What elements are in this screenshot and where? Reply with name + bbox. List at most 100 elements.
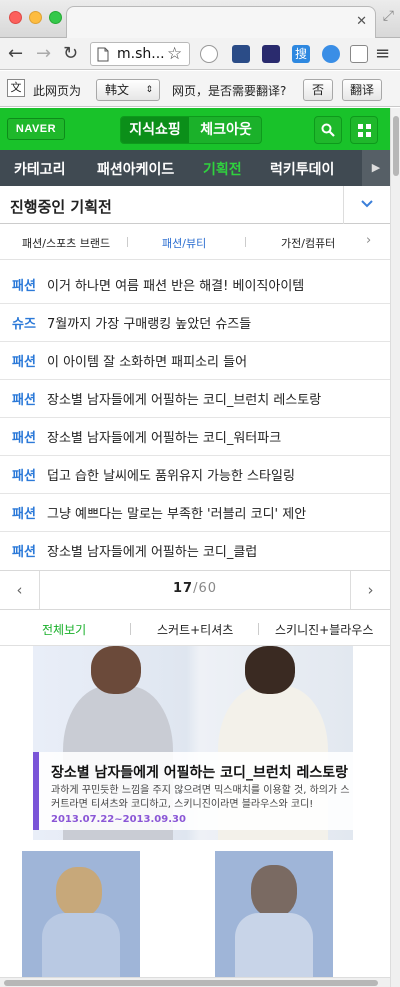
horizontal-scrollbar[interactable]: [0, 977, 390, 987]
list-item-tag: 패션: [12, 507, 36, 522]
list-item-title: 장소별 남자들에게 어필하는 코디_브런치 레스토랑: [47, 393, 322, 408]
translate-button[interactable]: 翻译: [342, 79, 382, 101]
bookmark-star-icon[interactable]: ☆: [167, 43, 182, 65]
filter-tabs: 전체보기 스커트+티셔츠 스키니진+블라우스: [0, 612, 390, 646]
browser-tab[interactable]: ✕: [66, 6, 376, 38]
page-icon: [97, 47, 109, 62]
model-right-hair: [245, 646, 295, 694]
divider: [258, 623, 259, 635]
section-dropdown-button[interactable]: [343, 186, 390, 224]
extension-book-icon[interactable]: [232, 45, 250, 63]
menu-icon[interactable]: ≡: [375, 43, 390, 65]
language-select[interactable]: 韩文 ⇕: [96, 79, 160, 101]
service-switch: 지식쇼핑 체크아웃: [120, 116, 262, 144]
vertical-scroll-thumb[interactable]: [393, 116, 399, 176]
model-left-hair: [91, 646, 141, 694]
list-item-title: 덥고 습한 날씨에도 품위유지 가능한 스타일링: [47, 469, 295, 484]
next-page-button[interactable]: ›: [350, 571, 390, 609]
grid-icon: [357, 124, 371, 137]
tab-close-icon[interactable]: ✕: [356, 14, 367, 29]
site-header: NAVER 지식쇼핑 체크아웃: [0, 108, 390, 150]
list-item-tag: 패션: [12, 469, 36, 484]
list-item[interactable]: 패션 장소별 남자들에게 어필하는 코디_클럽: [0, 532, 390, 570]
extension-badge-icon[interactable]: [322, 45, 340, 63]
filter-skirt-tshirt[interactable]: 스커트+티셔츠: [157, 621, 233, 638]
no-button[interactable]: 否: [303, 79, 333, 101]
translate-question: 网页，是否需要翻译?: [172, 84, 287, 98]
url-text: m.sh...: [117, 46, 165, 62]
page-indicator: 17/60: [0, 581, 390, 596]
banner-caption[interactable]: 장소별 남자들에게 어필하는 코디_브런치 레스토랑 과하게 꾸민듯한 느낌을 …: [33, 752, 353, 830]
list-item-tag: 슈즈: [12, 317, 36, 332]
thumb-model-body: [42, 913, 120, 987]
product-thumbnail[interactable]: [22, 851, 140, 987]
banner-date: 2013.07.22~2013.09.30: [51, 814, 186, 825]
translate-icon: 文: [7, 79, 25, 97]
nav-exhibitions[interactable]: 기획전: [203, 159, 242, 179]
translate-bar: 文 此网页为 韩文 ⇕ 网页，是否需要翻译? 否 翻译: [0, 71, 400, 107]
category-nav: 카테고리 패션아케이드 기획전 럭키투데이 ▶: [0, 150, 390, 186]
list-item[interactable]: 패션 덥고 습한 날씨에도 품위유지 가능한 스타일링: [0, 456, 390, 494]
language-select-value: 韩文: [105, 83, 130, 97]
list-item[interactable]: 패션 이 아이템 잘 소화하면 패피소리 들어: [0, 342, 390, 380]
list-item[interactable]: 패션 장소별 남자들에게 어필하는 코디_워터파크: [0, 418, 390, 456]
filter-all[interactable]: 전체보기: [42, 621, 86, 638]
nav-fashion-arcade[interactable]: 패션아케이드: [97, 159, 174, 179]
extension-space-icon[interactable]: [262, 45, 280, 63]
minimize-window-button[interactable]: [29, 11, 42, 24]
close-window-button[interactable]: [9, 11, 22, 24]
zoom-window-button[interactable]: [49, 11, 62, 24]
subtab-next-icon[interactable]: ›: [366, 233, 371, 248]
chevron-down-icon: [361, 200, 373, 208]
sub-tabs: 패션/스포츠 브랜드 패션/뷰티 가전/컴퓨터 ›: [0, 224, 390, 260]
list-item[interactable]: 패션 그냥 예쁘다는 말로는 부족한 '러블리 코디' 제안: [0, 494, 390, 532]
list-item-tag: 패션: [12, 545, 36, 560]
subtab-fashion-beauty[interactable]: 패션/뷰티: [162, 235, 206, 251]
search-button[interactable]: [314, 116, 342, 144]
pager: ‹ 17/60 ›: [0, 570, 390, 610]
browser-toolbar: ← → ↻ m.sh... ☆ 搜 ≡: [0, 38, 400, 70]
list-item[interactable]: 패션 장소별 남자들에게 어필하는 코디_브런치 레스토랑: [0, 380, 390, 418]
thumb-model-head: [56, 867, 102, 917]
list-item-tag: 패션: [12, 393, 36, 408]
list-item-tag: 패션: [12, 431, 36, 446]
select-arrow-icon: ⇕: [145, 85, 153, 95]
subtab-fashion-sports-brand[interactable]: 패션/스포츠 브랜드: [22, 235, 110, 251]
list-item[interactable]: 패션 이거 하나면 여름 패션 반은 해결! 베이직아이템: [0, 266, 390, 304]
nav-category[interactable]: 카테고리: [14, 159, 66, 179]
grid-menu-button[interactable]: [350, 116, 378, 144]
list-item-title: 7월까지 가장 구매랭킹 높았던 슈즈들: [47, 317, 252, 332]
browser-tabbar: ✕ ⤢: [0, 0, 400, 38]
nav-lucky-today[interactable]: 럭키투데이: [270, 159, 334, 179]
naver-logo[interactable]: NAVER: [7, 118, 65, 140]
list-item-tag: 패션: [12, 279, 36, 294]
vertical-scrollbar[interactable]: [390, 108, 400, 987]
extension-globe-icon[interactable]: [200, 45, 218, 63]
horizontal-scroll-thumb[interactable]: [4, 980, 378, 986]
section-title: 진행중인 기획전: [10, 198, 112, 216]
banner-description: 과하게 꾸민듯한 느낌을 주지 않으려면 믹스매치를 이용할 것, 하의가 스커…: [51, 785, 350, 810]
thumb-model-head: [251, 865, 297, 917]
forward-button[interactable]: →: [36, 43, 51, 65]
fullscreen-icon[interactable]: ⤢: [383, 8, 394, 24]
list-item-title: 장소별 남자들에게 어필하는 코디_클럽: [47, 545, 258, 560]
page-total: 60: [198, 581, 218, 596]
reload-button[interactable]: ↻: [63, 43, 78, 65]
nav-scroll-right-icon[interactable]: ▶: [362, 150, 390, 186]
list-item-title: 이거 하나면 여름 패션 반은 해결! 베이직아이템: [47, 279, 305, 294]
tab-knowledge-shopping[interactable]: 지식쇼핑: [121, 117, 189, 143]
extension-search-icon[interactable]: 搜: [292, 45, 310, 63]
extension-chart-icon[interactable]: [350, 45, 368, 63]
translate-prefix: 此网页为: [33, 84, 82, 98]
tab-checkout[interactable]: 체크아웃: [189, 117, 261, 143]
list-item-title: 그냥 예쁘다는 말로는 부족한 '러블리 코디' 제안: [47, 507, 307, 522]
back-button[interactable]: ←: [8, 43, 23, 65]
list-item[interactable]: 슈즈 7월까지 가장 구매랭킹 높았던 슈즈들: [0, 304, 390, 342]
search-icon: [321, 123, 335, 137]
filter-skinny-blouse[interactable]: 스키니진+블라우스: [275, 621, 373, 638]
subtab-electronics-computer[interactable]: 가전/컴퓨터: [281, 235, 335, 251]
product-thumbnail[interactable]: [215, 851, 333, 987]
banner-title: 장소별 남자들에게 어필하는 코디_브런치 레스토랑: [51, 765, 348, 781]
list-item-tag: 패션: [12, 355, 36, 370]
list-item-title: 장소별 남자들에게 어필하는 코디_워터파크: [47, 431, 282, 446]
